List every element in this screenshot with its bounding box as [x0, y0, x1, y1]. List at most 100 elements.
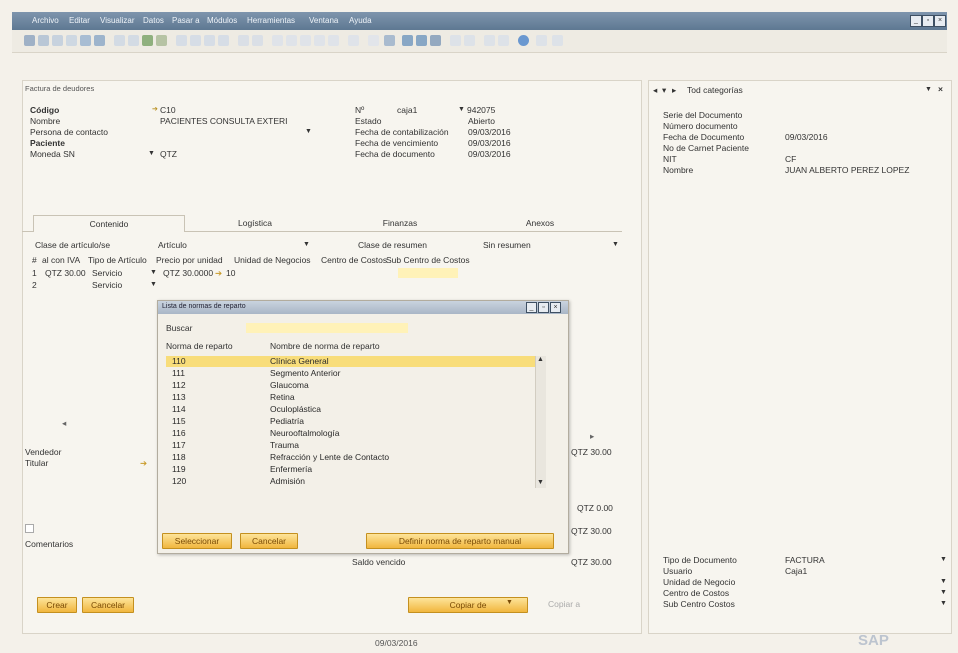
udf-nav-left-icon[interactable]: ◂ [653, 85, 657, 96]
row-tipo[interactable]: Servicio [92, 280, 122, 290]
list-item[interactable]: 113 Retina [166, 392, 541, 403]
table-row[interactable]: 1 QTZ 30.00 Servicio ▼ QTZ 30.0000 ➔ 10 [30, 268, 600, 278]
menu-pasar-a[interactable]: Pasar a [172, 16, 200, 25]
list-item[interactable]: 118 Refracción y Lente de Contacto [166, 452, 541, 463]
message-icon[interactable] [384, 35, 395, 46]
pencil-icon[interactable] [368, 35, 379, 46]
unidad-negocio-dropdown-icon[interactable]: ▼ [940, 578, 947, 585]
next-record-icon[interactable] [204, 35, 215, 46]
fdoc-field[interactable]: 09/03/2016 [468, 149, 511, 159]
menu-visualizar[interactable]: Visualizar [100, 16, 135, 25]
link-arrow-icon[interactable]: ➔ [215, 268, 222, 279]
nombre-field[interactable]: PACIENTES CONSULTA EXTERI [160, 116, 288, 126]
add-icon[interactable] [128, 35, 139, 46]
udf-nav-down-icon[interactable]: ▾ [662, 85, 666, 96]
series-field[interactable]: caja1 [397, 105, 417, 115]
list-item[interactable]: 112 Glaucoma [166, 380, 541, 391]
nit-field[interactable]: CF [785, 154, 796, 164]
menu-herramientas[interactable]: Herramientas [247, 16, 295, 25]
last-record-icon[interactable] [218, 35, 229, 46]
tab-finanzas[interactable]: Finanzas [350, 215, 450, 231]
list-item[interactable]: 111 Segmento Anterior [166, 368, 541, 379]
print-preview-icon[interactable] [24, 35, 35, 46]
journal-icon[interactable] [300, 35, 311, 46]
doc-number-field[interactable]: 942075 [467, 105, 495, 115]
close-icon[interactable]: × [934, 15, 946, 27]
paste-icon[interactable] [498, 35, 509, 46]
export-icon[interactable] [66, 35, 77, 46]
query-icon[interactable] [430, 35, 441, 46]
centro-costos-field[interactable] [398, 268, 458, 278]
row-tipo[interactable]: Servicio [92, 268, 122, 278]
scroll-down-icon[interactable]: ▼ [537, 479, 544, 486]
dialog-scrollbar[interactable]: ▲ ▼ [535, 356, 546, 488]
previous-record-icon[interactable] [190, 35, 201, 46]
usuario-field[interactable]: Caja1 [785, 566, 807, 576]
info-icon[interactable] [536, 35, 547, 46]
minimize-icon[interactable]: _ [910, 15, 922, 27]
copy-from-dropdown-icon[interactable]: ▼ [506, 599, 513, 606]
row-total[interactable]: QTZ 30.00 [45, 268, 86, 278]
drag-relate-icon[interactable] [450, 35, 461, 46]
fcont-field[interactable]: 09/03/2016 [468, 127, 511, 137]
gross-profit-icon[interactable] [328, 35, 339, 46]
dialog-maximize-icon[interactable]: ▫ [538, 302, 549, 313]
checkbox[interactable] [25, 524, 34, 533]
moneda-field[interactable]: QTZ [160, 149, 177, 159]
tipo-dropdown-icon[interactable]: ▼ [150, 269, 157, 276]
menu-datos[interactable]: Datos [143, 16, 164, 25]
moneda-dropdown-icon[interactable]: ▼ [148, 150, 155, 157]
copy-to-button[interactable]: Copiar a [548, 599, 580, 609]
help-icon[interactable] [518, 35, 529, 46]
category-field[interactable]: Tod categorías [687, 85, 743, 95]
search-input[interactable] [246, 323, 408, 333]
close-panel-icon[interactable]: × [938, 84, 943, 94]
dialog-minimize-icon[interactable]: _ [526, 302, 537, 313]
cancel-button[interactable]: Cancelar [82, 597, 134, 613]
row-unidad[interactable]: 10 [226, 268, 235, 278]
word-icon[interactable] [80, 35, 91, 46]
list-item[interactable]: 115 Pediatría [166, 416, 541, 427]
print-icon[interactable] [38, 35, 49, 46]
list-item[interactable]: 119 Enfermería [166, 464, 541, 475]
copy-icon[interactable] [484, 35, 495, 46]
define-manual-button[interactable]: Definir norma de reparto manual [366, 533, 554, 549]
scroll-left-icon[interactable]: ◂ [62, 418, 66, 429]
link-arrow-icon[interactable]: ➔ [140, 458, 147, 469]
target-document-icon[interactable] [286, 35, 297, 46]
nombre-udf-field[interactable]: JUAN ALBERTO PEREZ LOPEZ [785, 165, 909, 175]
list-item[interactable]: 117 Trauma [166, 440, 541, 451]
persona-dropdown-icon[interactable]: ▼ [305, 128, 312, 135]
refresh-icon[interactable] [142, 35, 153, 46]
category-dropdown-icon[interactable]: ▼ [925, 86, 932, 93]
menu-archivo[interactable]: Archivo [32, 16, 59, 25]
clase-dropdown-icon[interactable]: ▼ [303, 241, 310, 248]
resumen-field[interactable]: Sin resumen [483, 240, 531, 250]
row-precio[interactable]: QTZ 30.0000 [163, 268, 213, 278]
first-record-icon[interactable] [176, 35, 187, 46]
tipo-dropdown-icon[interactable]: ▼ [150, 281, 157, 288]
list-item[interactable]: 114 Oculoplástica [166, 404, 541, 415]
dialog-close-icon[interactable]: × [550, 302, 561, 313]
sort-icon[interactable] [252, 35, 263, 46]
udf-nav-right-icon[interactable]: ▸ [672, 85, 676, 96]
base-document-icon[interactable] [272, 35, 283, 46]
list-item[interactable]: 110 Clínica General [166, 356, 541, 367]
restore-icon[interactable]: ▫ [922, 15, 934, 27]
tab-logistica[interactable]: Logística [205, 215, 305, 231]
settings-icon[interactable] [348, 35, 359, 46]
codigo-field[interactable]: C10 [160, 105, 176, 115]
link-arrow-icon[interactable]: ➔ [152, 105, 158, 113]
fvenc-field[interactable]: 09/03/2016 [468, 138, 511, 148]
filter-icon[interactable] [238, 35, 249, 46]
menu-editar[interactable]: Editar [69, 16, 90, 25]
series-dropdown-icon[interactable]: ▼ [458, 106, 465, 113]
list-item[interactable]: 120 Admisión [166, 476, 541, 487]
centro-costos-dropdown-icon[interactable]: ▼ [940, 589, 947, 596]
scroll-right-icon[interactable]: ▸ [590, 431, 594, 442]
excel-icon[interactable] [94, 35, 105, 46]
payment-icon[interactable] [314, 35, 325, 46]
tab-contenido[interactable]: Contenido [33, 215, 185, 232]
create-button[interactable]: Crear [37, 597, 77, 613]
table-row[interactable]: 2 Servicio ▼ [30, 280, 600, 290]
